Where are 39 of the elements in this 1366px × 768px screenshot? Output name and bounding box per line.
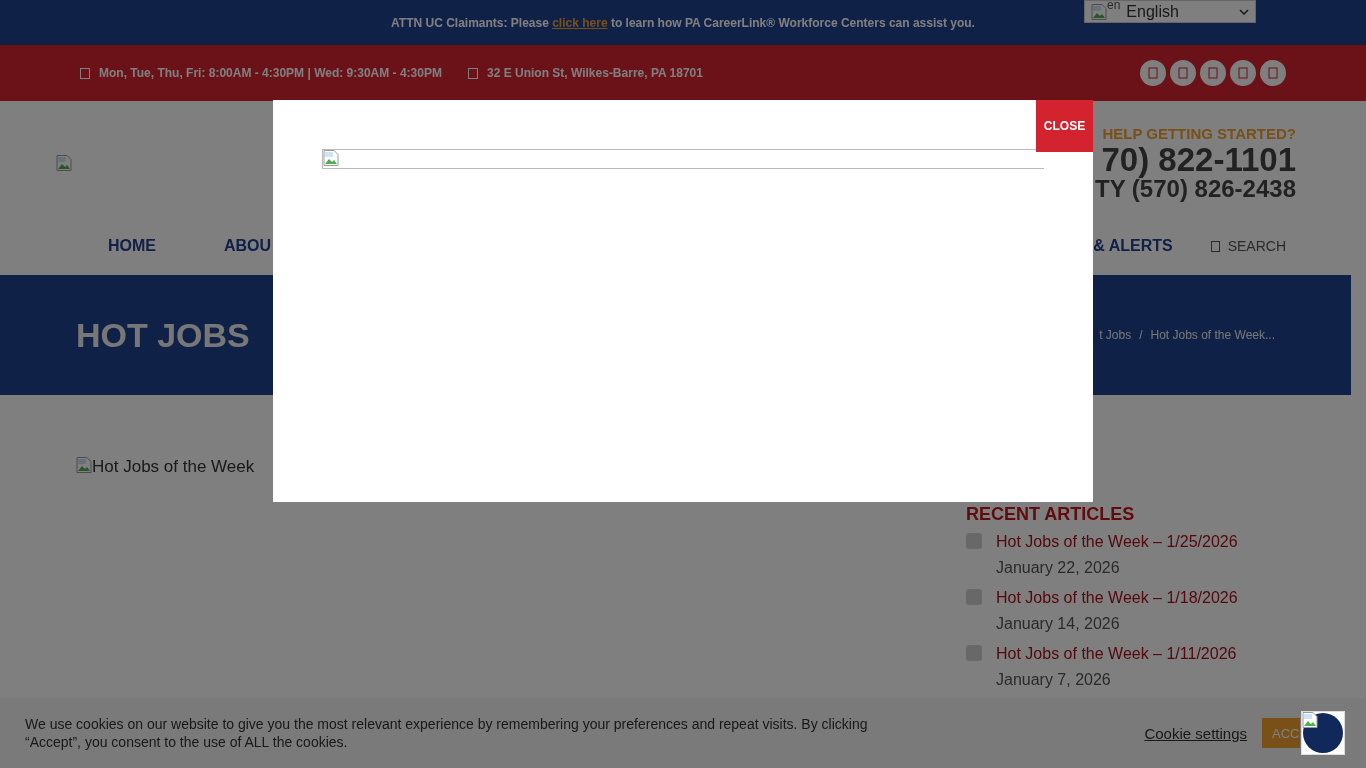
broken-image-icon	[76, 457, 92, 473]
page-title: HOT JOBS	[76, 315, 250, 355]
phone-number: 70) 822-1101	[1100, 142, 1296, 176]
nav-link[interactable]: ABOU	[224, 237, 272, 255]
opening-hours: Mon, Tue, Thu, Fri: 8:00AM - 4:30PM | Wed: 9:30AM - 4:30PM	[99, 66, 442, 80]
article-date: January 14, 2026	[996, 615, 1121, 633]
breadcrumb-item: Hot Jobs of the Week...	[1150, 328, 1275, 342]
cookie-settings-link[interactable]: Cookie settings	[1144, 724, 1247, 742]
sidebar-heading: RECENT ARTICLES	[966, 504, 1136, 525]
flag-alt-text: en	[1107, 0, 1121, 12]
broken-image-icon	[1091, 3, 1107, 20]
social-icon[interactable]	[1230, 60, 1256, 86]
image-alt-text: Hot Jobs of the Week	[92, 457, 255, 477]
nav-link[interactable]: HOME	[108, 237, 156, 255]
language-select[interactable]: en English	[1084, 0, 1256, 23]
broken-image-icon	[1302, 712, 1318, 728]
social-icon[interactable]	[1260, 60, 1286, 86]
announcement-text: ATTN UC Claimants: Please click here to learn how PA CareerLink® Workforce Centers can assist you.	[391, 15, 975, 30]
social-icon[interactable]	[1140, 60, 1166, 86]
chevron-icon	[1239, 8, 1249, 15]
article-link[interactable]: Hot Jobs of the Week – 1/11/2026	[996, 645, 1237, 663]
broken-image-icon	[323, 150, 339, 166]
close-button[interactable]: CLOSE	[1036, 100, 1093, 152]
social-icon[interactable]	[1200, 60, 1226, 86]
nav-link[interactable]: & ALERTS	[1093, 237, 1173, 255]
article-date: January 22, 2026	[996, 559, 1121, 577]
social-icon[interactable]	[1170, 60, 1196, 86]
article-link[interactable]: Hot Jobs of the Week – 1/25/2026	[996, 533, 1238, 551]
logo-image-icon	[56, 155, 72, 171]
search-link[interactable]: SEARCH	[1227, 238, 1286, 254]
help-prompt: HELP GETTING STARTED?	[1101, 125, 1296, 141]
cookie-notice: We use cookies on our website to give you the most relevant experience by remembering your preferences and repeat visits. By clicking “Accept”, you consent to the use of ALL the cookies.	[25, 715, 869, 751]
address: 32 E Union St, Wilkes-Barre, PA 18701	[486, 66, 703, 80]
breadcrumb-item[interactable]: t Jobs	[1099, 328, 1132, 342]
article-link[interactable]: Hot Jobs of the Week – 1/18/2026	[996, 589, 1238, 607]
article-date: January 7, 2026	[996, 671, 1112, 689]
accessibility-button[interactable]	[1301, 711, 1345, 755]
announcement-link[interactable]: click here	[552, 15, 608, 30]
breadcrumb-separator: /	[1139, 328, 1143, 342]
